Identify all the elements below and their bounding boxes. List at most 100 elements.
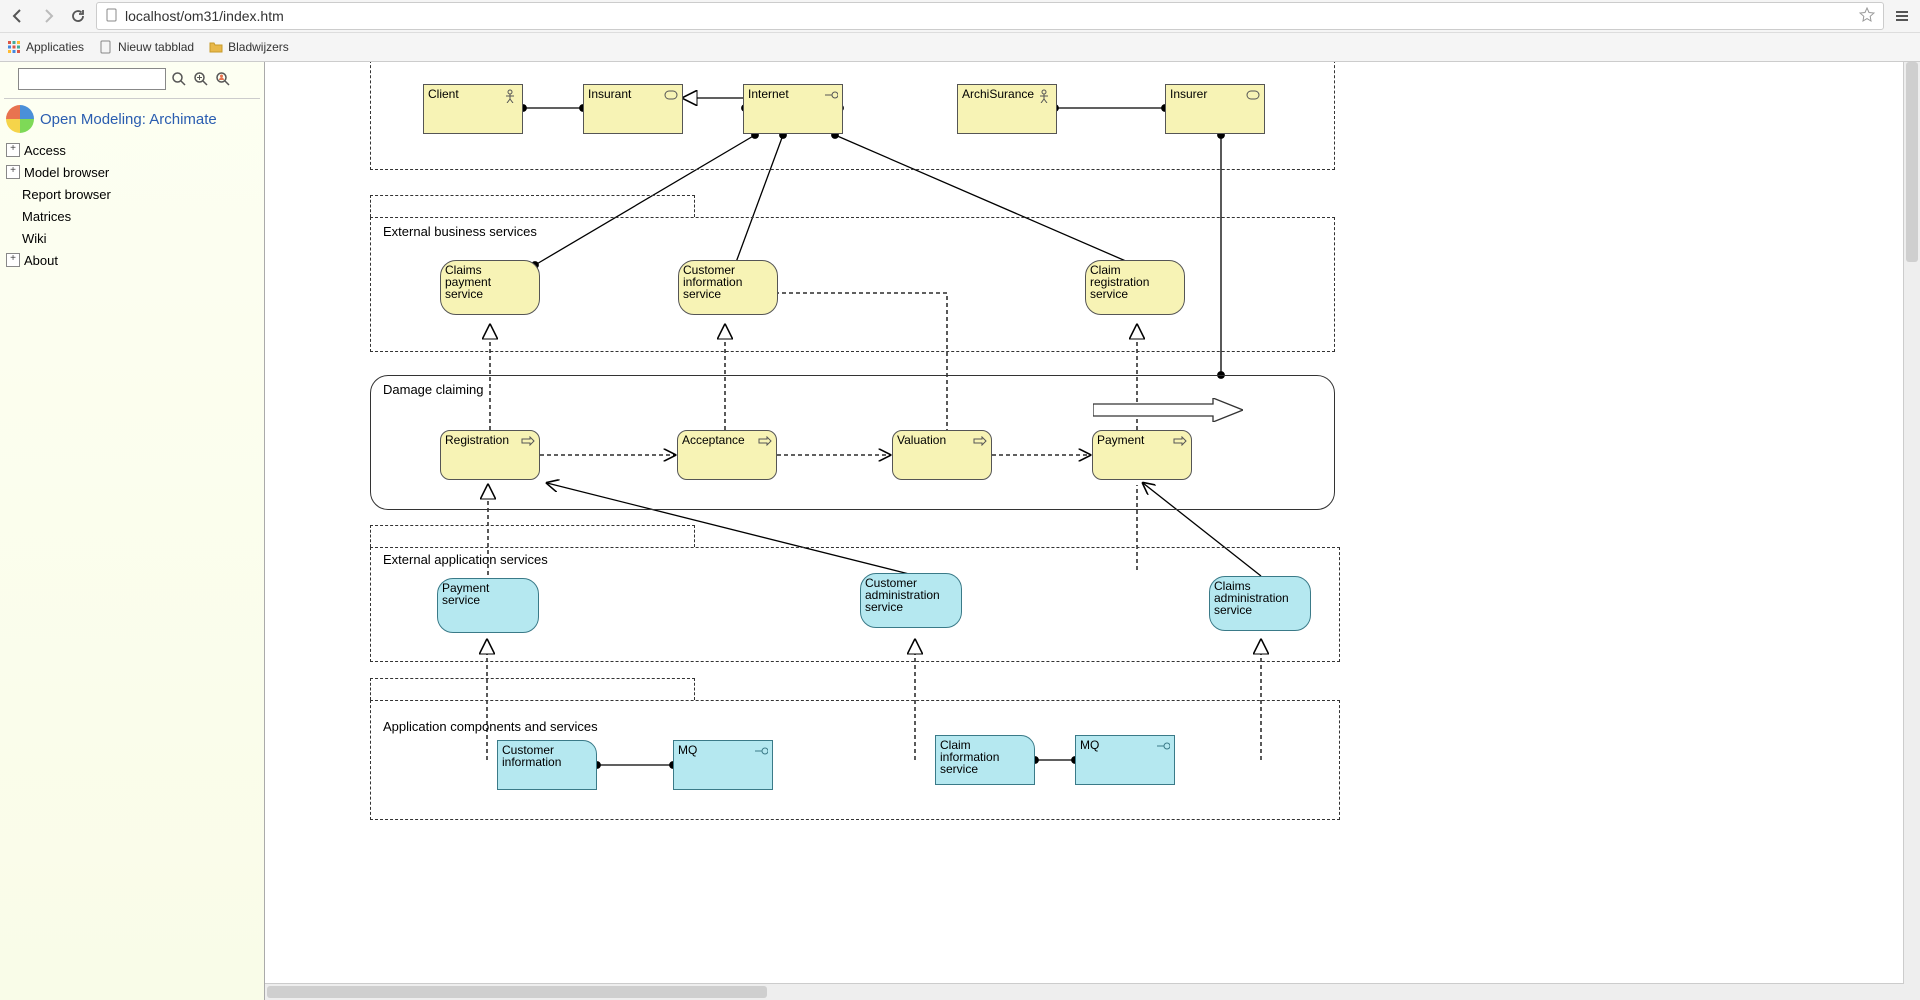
bookmark-apps[interactable]: Applicaties (6, 39, 84, 55)
process-icon (973, 435, 987, 447)
sidebar: Open Modeling: Archimate + Access + Model … (0, 60, 265, 1000)
diagram-canvas[interactable]: Client Insurant Internet ArchiSurance In… (265, 60, 1920, 1000)
url-bar[interactable]: localhost/om31/index.htm (96, 2, 1884, 30)
search-row (4, 66, 260, 96)
interface-icon (824, 89, 838, 101)
process-icon (758, 435, 772, 447)
model-title-row[interactable]: Open Modeling: Archimate (4, 103, 260, 139)
search-input[interactable] (18, 68, 166, 90)
tree-label: Report browser (22, 187, 111, 202)
actor-icon (1038, 89, 1052, 101)
model-logo-icon (6, 105, 34, 133)
role-icon (664, 89, 678, 101)
bookmark-label: Bladwijzers (228, 40, 289, 54)
tree-item-report-browser[interactable]: Report browser (6, 183, 260, 205)
menu-button[interactable] (1890, 4, 1914, 28)
browser-toolbar: localhost/om31/index.htm (0, 0, 1920, 33)
element-claim-registration-service[interactable]: Claim registration service (1085, 260, 1185, 315)
folder-icon (208, 39, 224, 55)
element-customer-info-component[interactable]: Customer information (497, 740, 597, 790)
leaf-icon (6, 188, 18, 200)
search-plus-icon[interactable] (192, 70, 210, 88)
element-label: Registration (445, 434, 521, 446)
element-claim-info-component[interactable]: Claim information service (935, 735, 1035, 785)
element-label: Customer administration service (865, 577, 943, 613)
element-label: Internet (748, 88, 824, 100)
reload-button[interactable] (66, 4, 90, 28)
separator (4, 98, 260, 99)
element-label: Customer information (502, 744, 578, 768)
group-app-comp-notch (370, 678, 695, 700)
page-icon (105, 8, 119, 25)
bookmarks-bar: Applicaties Nieuw tabblad Bladwijzers (0, 33, 1920, 62)
tree-item-matrices[interactable]: Matrices (6, 205, 260, 227)
group-label: External business services (381, 224, 539, 239)
flow-arrow-icon (1093, 398, 1243, 425)
element-archisurance[interactable]: ArchiSurance (957, 84, 1057, 134)
element-label: Valuation (897, 434, 973, 446)
element-acceptance[interactable]: Acceptance (677, 430, 777, 480)
element-customer-information-service[interactable]: Customer information service (678, 260, 778, 315)
vertical-scrollbar[interactable] (1903, 60, 1920, 984)
tree: + Access + Model browser Report browser Ma… (4, 139, 260, 271)
element-label: Insurant (588, 88, 664, 100)
role-icon (1246, 89, 1260, 101)
element-label: Customer information service (683, 264, 759, 300)
tree-item-about[interactable]: +About (6, 249, 260, 271)
expand-icon[interactable]: + (6, 143, 20, 157)
process-icon (521, 435, 535, 447)
element-label: Claims administration service (1214, 580, 1292, 616)
url-text: localhost/om31/index.htm (125, 8, 1853, 24)
star-icon[interactable] (1859, 7, 1875, 26)
element-insurant[interactable]: Insurant (583, 84, 683, 134)
scrollbar-thumb[interactable] (267, 986, 767, 998)
element-label: Claim registration service (1090, 264, 1166, 300)
element-label: Payment (1097, 434, 1173, 446)
element-label: Insurer (1170, 88, 1246, 100)
group-ext-app-notch (370, 525, 695, 547)
actor-icon (504, 89, 518, 101)
apps-icon (6, 39, 22, 55)
element-label: Claims payment service (445, 264, 521, 300)
element-claims-admin-service[interactable]: Claims administration service (1209, 576, 1311, 631)
group-ext-bus-notch (370, 195, 695, 217)
bookmark-newtab[interactable]: Nieuw tabblad (98, 39, 194, 55)
bookmark-folder[interactable]: Bladwijzers (208, 39, 289, 55)
element-claims-payment-service[interactable]: Claims payment service (440, 260, 540, 315)
process-icon (1173, 435, 1187, 447)
element-mq-2[interactable]: MQ (1075, 735, 1175, 785)
tree-item-model-browser[interactable]: + Model browser (6, 161, 260, 183)
tree-label: Wiki (22, 231, 47, 246)
element-registration[interactable]: Registration (440, 430, 540, 480)
element-payment-service[interactable]: Payment service (437, 578, 539, 633)
app: Open Modeling: Archimate + Access + Model … (0, 60, 1920, 1000)
element-customer-admin-service[interactable]: Customer administration service (860, 573, 962, 628)
element-label: MQ (678, 744, 754, 756)
group-label: External application services (381, 552, 550, 567)
back-button[interactable] (6, 4, 30, 28)
scrollbar-thumb[interactable] (1906, 62, 1918, 262)
tree-label: Model browser (24, 165, 109, 180)
expand-icon[interactable]: + (6, 165, 20, 179)
element-valuation[interactable]: Valuation (892, 430, 992, 480)
expand-icon[interactable]: + (6, 253, 20, 267)
search-icon[interactable] (170, 70, 188, 88)
element-insurer[interactable]: Insurer (1165, 84, 1265, 134)
element-label: MQ (1080, 739, 1156, 751)
tree-label: Access (24, 143, 66, 158)
element-mq-1[interactable]: MQ (673, 740, 773, 790)
tree-label: Matrices (22, 209, 71, 224)
interface-icon (754, 745, 768, 757)
interface-icon (1156, 740, 1170, 752)
element-client[interactable]: Client (423, 84, 523, 134)
bookmark-label: Nieuw tabblad (118, 40, 194, 54)
element-internet[interactable]: Internet (743, 84, 843, 134)
forward-button[interactable] (36, 4, 60, 28)
element-payment[interactable]: Payment (1092, 430, 1192, 480)
tree-item-access[interactable]: + Access (6, 139, 260, 161)
search-user-icon[interactable] (214, 70, 232, 88)
element-label: Client (428, 88, 504, 100)
horizontal-scrollbar[interactable] (265, 983, 1920, 1000)
tree-item-wiki[interactable]: Wiki (6, 227, 260, 249)
leaf-icon (6, 232, 18, 244)
